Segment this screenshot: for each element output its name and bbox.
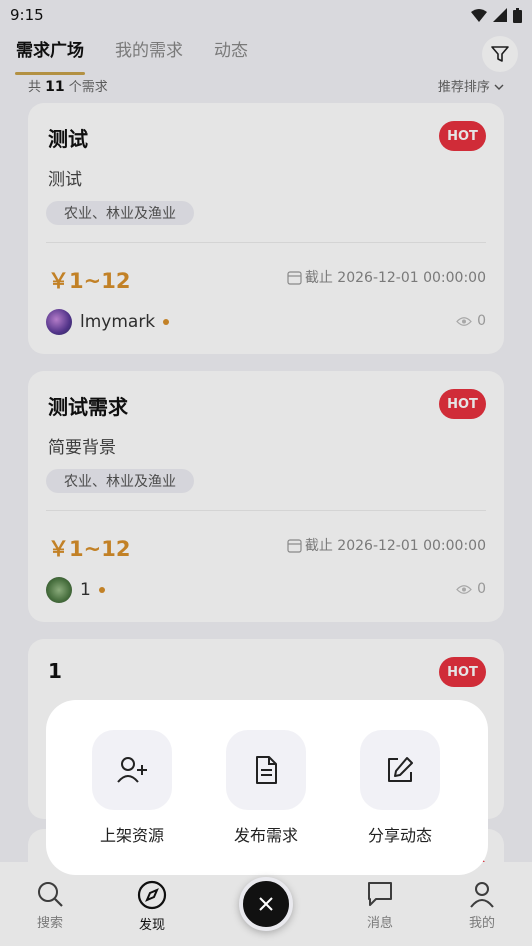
action-label: 分享动态 bbox=[367, 826, 432, 845]
publish-action-sheet: 上架资源 发布需求 分享动态 bbox=[46, 700, 488, 875]
action-share-feed[interactable]: 分享动态 bbox=[340, 730, 460, 846]
close-icon bbox=[259, 897, 273, 911]
document-icon bbox=[226, 730, 306, 810]
action-publish-demand[interactable]: 发布需求 bbox=[206, 730, 326, 846]
action-label: 上架资源 bbox=[99, 826, 164, 845]
close-button[interactable] bbox=[239, 877, 293, 931]
edit-icon bbox=[360, 730, 440, 810]
action-label: 发布需求 bbox=[233, 826, 298, 845]
user-plus-icon bbox=[92, 730, 172, 810]
action-list-resource[interactable]: 上架资源 bbox=[72, 730, 192, 846]
